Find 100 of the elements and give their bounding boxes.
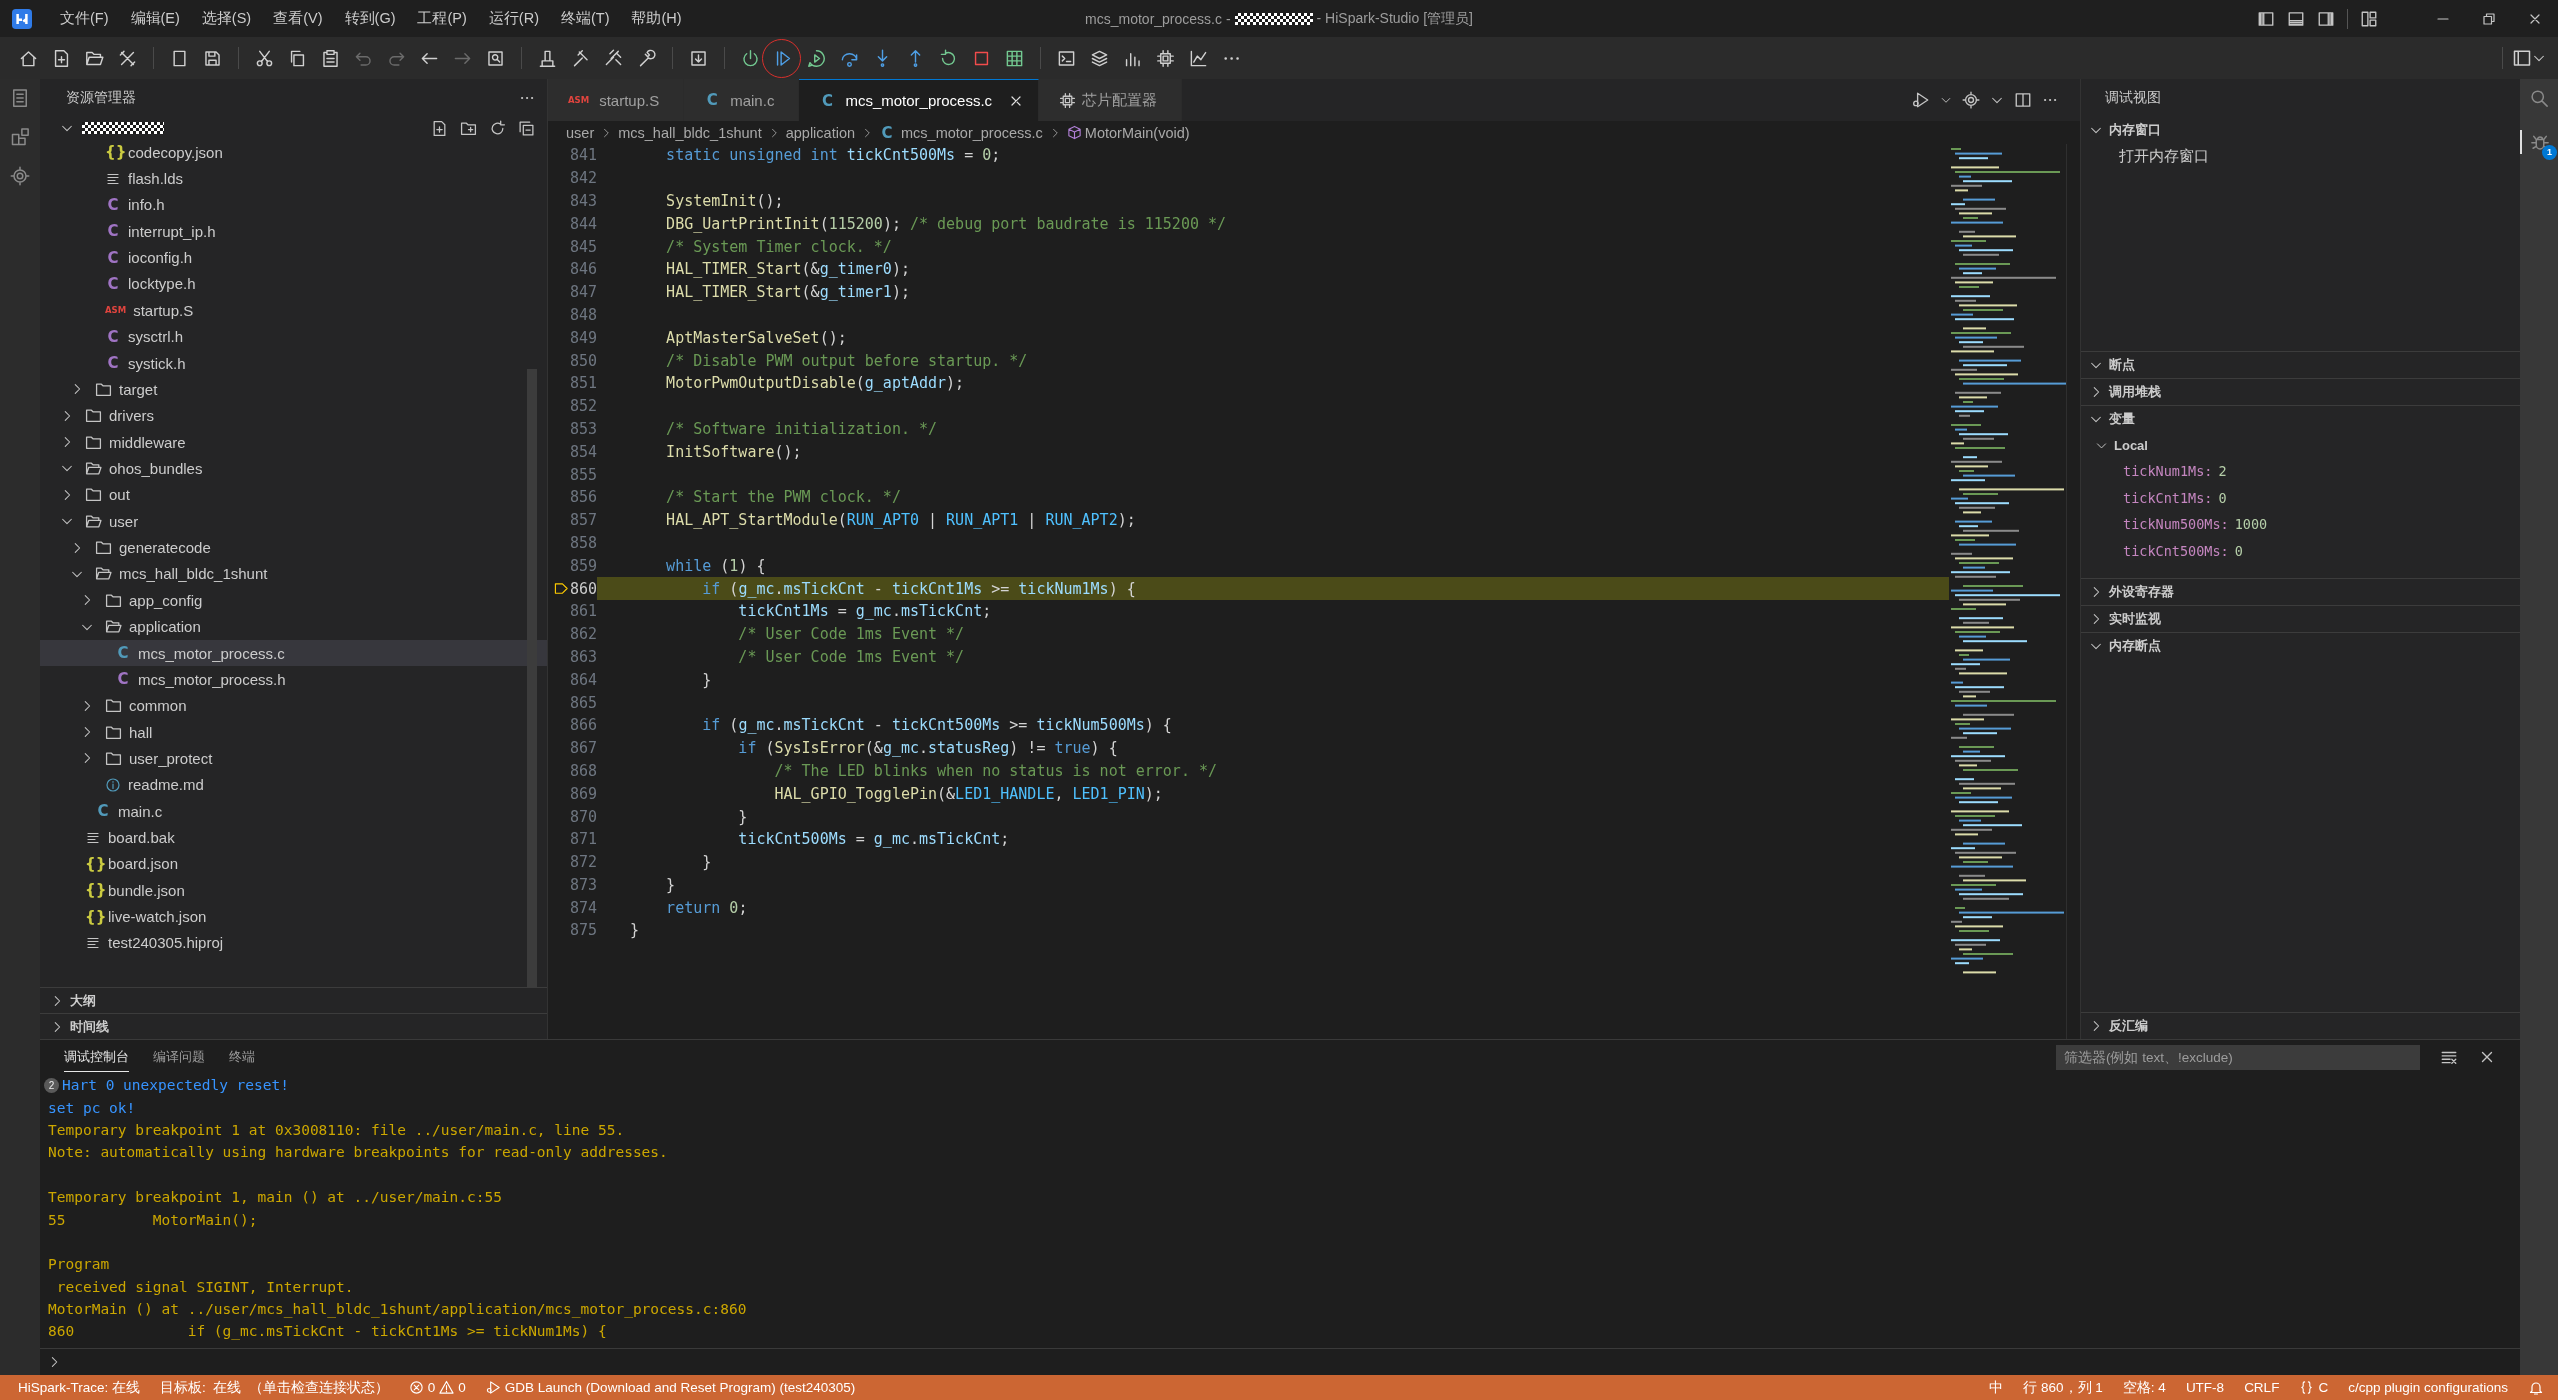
- tree-item[interactable]: C sysctrl.h: [40, 323, 547, 350]
- extensions-icon[interactable]: [10, 127, 30, 147]
- tree-item[interactable]: {}bundle.json: [40, 877, 547, 904]
- variable-name[interactable]: tickCnt500Ms:: [2123, 542, 2229, 559]
- build-icon[interactable]: [571, 48, 590, 68]
- menu-item[interactable]: 转到(G): [344, 9, 396, 28]
- breadcrumb-item[interactable]: C mcs_motor_process.c: [879, 123, 1043, 142]
- menu-item[interactable]: 文件(F): [60, 9, 109, 28]
- save-icon[interactable]: [203, 48, 222, 68]
- toggle-panel-icon[interactable]: [2287, 9, 2305, 28]
- tree-item[interactable]: Local: [2081, 432, 2520, 458]
- terminal-icon[interactable]: [1057, 48, 1076, 68]
- breadcrumb-item[interactable]: mcs_hall_bldc_1shunt: [618, 124, 762, 141]
- menu-item[interactable]: 编辑(E): [130, 9, 180, 28]
- home-icon[interactable]: [19, 48, 38, 68]
- menu-item[interactable]: 选择(S): [201, 9, 252, 28]
- menu-item[interactable]: 工程(P): [417, 9, 467, 28]
- menu-item[interactable]: 查看(V): [273, 9, 323, 28]
- variable-name[interactable]: tickNum500Ms:: [2123, 516, 2229, 533]
- tree-item[interactable]: C locktype.h: [40, 270, 547, 298]
- status-item[interactable]: 中: [1989, 1378, 2004, 1397]
- tree-item[interactable]: C systick.h: [40, 349, 547, 377]
- section-header[interactable]: 反汇编: [2081, 1013, 2520, 1039]
- panel-tab[interactable]: 调试控制台: [64, 1042, 129, 1072]
- tree-item[interactable]: flash.lds: [40, 165, 547, 192]
- tree-item[interactable]: {}codecopy.json: [40, 139, 547, 166]
- tree-item[interactable]: ohos_bundles: [40, 455, 547, 482]
- tree-item[interactable]: mcs_hall_bldc_1shunt: [40, 560, 547, 588]
- continue-icon[interactable]: [774, 48, 793, 68]
- panel-layout-icon[interactable]: [2512, 48, 2532, 68]
- new-file-icon[interactable]: [431, 119, 448, 137]
- tree-item[interactable]: C info.h: [40, 191, 547, 219]
- search-icon[interactable]: [2529, 88, 2549, 108]
- rebuild-icon[interactable]: [604, 48, 623, 68]
- layers-icon[interactable]: [1090, 48, 1109, 68]
- variable-name[interactable]: tickNum1Ms:: [2123, 463, 2213, 480]
- tree-item[interactable]: middleware: [40, 428, 547, 456]
- menu-item[interactable]: 终端(T): [560, 9, 610, 28]
- tree-item[interactable]: user_protect: [40, 745, 547, 772]
- tree-item[interactable]: out: [40, 481, 547, 509]
- tree-item[interactable]: target: [40, 376, 547, 403]
- problems-status[interactable]: 0 0: [408, 1380, 466, 1395]
- status-item[interactable]: c/cpp plugin configurations: [2348, 1380, 2508, 1395]
- section-header[interactable]: 外设寄存器: [2081, 579, 2520, 605]
- toggle-secondary-sidebar-icon[interactable]: [2317, 9, 2335, 28]
- tree-item[interactable]: C main.c: [40, 798, 547, 825]
- status-item[interactable]: CRLF: [2244, 1380, 2280, 1395]
- menu-item[interactable]: 运行(R): [488, 9, 539, 28]
- debug-restart-icon[interactable]: [807, 48, 826, 68]
- breadcrumb-item[interactable]: user: [566, 124, 595, 141]
- line-chart-icon[interactable]: [1189, 48, 1208, 68]
- section-header[interactable]: 内存窗口: [2081, 117, 2520, 143]
- panel-tab[interactable]: 编译问题: [153, 1042, 205, 1072]
- download-icon[interactable]: [689, 48, 708, 68]
- copy-icon[interactable]: [288, 48, 307, 68]
- restore-icon[interactable]: [2481, 10, 2497, 27]
- section-header[interactable]: 内存断点: [2081, 633, 2520, 659]
- tree-item[interactable]: {}live-watch.json: [40, 903, 547, 930]
- cut-icon[interactable]: [255, 48, 274, 68]
- editor-tab[interactable]: C main.c: [684, 79, 800, 121]
- section-header[interactable]: 断点: [2081, 352, 2520, 378]
- status-item[interactable]: 空格: 4: [2122, 1378, 2166, 1397]
- tree-item[interactable]: {}board.json: [40, 850, 547, 878]
- section-header[interactable]: 大纲: [40, 987, 547, 1013]
- chip-icon[interactable]: [1156, 48, 1175, 68]
- collapse-all-icon[interactable]: [518, 119, 535, 137]
- new-page-icon[interactable]: [170, 48, 189, 68]
- restart-icon[interactable]: [939, 48, 958, 68]
- variable-name[interactable]: tickCnt1Ms:: [2123, 489, 2213, 506]
- tree-item[interactable]: C ioconfig.h: [40, 244, 547, 271]
- editor-tab[interactable]: C mcs_motor_process.c: [799, 79, 1040, 121]
- breadcrumb-item[interactable]: application: [785, 124, 856, 141]
- tree-item[interactable]: application: [40, 613, 547, 640]
- toggle-sidebar-icon[interactable]: [2257, 9, 2275, 28]
- tree-item[interactable]: C mcs_motor_process.h: [40, 666, 547, 693]
- tree-item[interactable]: ASM startup.S: [40, 297, 547, 324]
- power-icon[interactable]: [741, 48, 760, 68]
- tree-item[interactable]: generatecode: [40, 534, 547, 561]
- tree-item[interactable]: app_config: [40, 587, 547, 614]
- refresh-icon[interactable]: [489, 119, 506, 137]
- section-header[interactable]: 时间线: [40, 1013, 547, 1039]
- status-item[interactable]: 行 860，列 1: [2023, 1378, 2103, 1397]
- split-editor-icon[interactable]: [2014, 91, 2032, 109]
- section-header[interactable]: 调用堆栈: [2081, 379, 2520, 405]
- status-item[interactable]: 目标板: 在线 （单击检查连接状态）: [160, 1378, 389, 1397]
- section-header[interactable]: 变量: [2081, 406, 2520, 432]
- explorer-icon[interactable]: [10, 88, 30, 108]
- tree-item[interactable]: board.bak: [40, 824, 547, 851]
- tree-item[interactable]: test240305.hiproj: [40, 929, 547, 957]
- tools-icon[interactable]: [118, 48, 137, 68]
- tree-item[interactable]: hall: [40, 718, 547, 746]
- breadcrumb-item[interactable]: MotorMain(void): [1066, 124, 1190, 141]
- find-icon[interactable]: [486, 48, 505, 68]
- language-status[interactable]: C: [2299, 1380, 2329, 1395]
- table-icon[interactable]: [1005, 48, 1024, 68]
- status-item[interactable]: HiSpark-Trace: 在线: [18, 1378, 141, 1397]
- paste-icon[interactable]: [321, 48, 340, 68]
- tree-item[interactable]: user: [40, 508, 547, 535]
- tree-item[interactable]: common: [40, 692, 547, 719]
- run-debug-icon[interactable]: [1912, 91, 1930, 109]
